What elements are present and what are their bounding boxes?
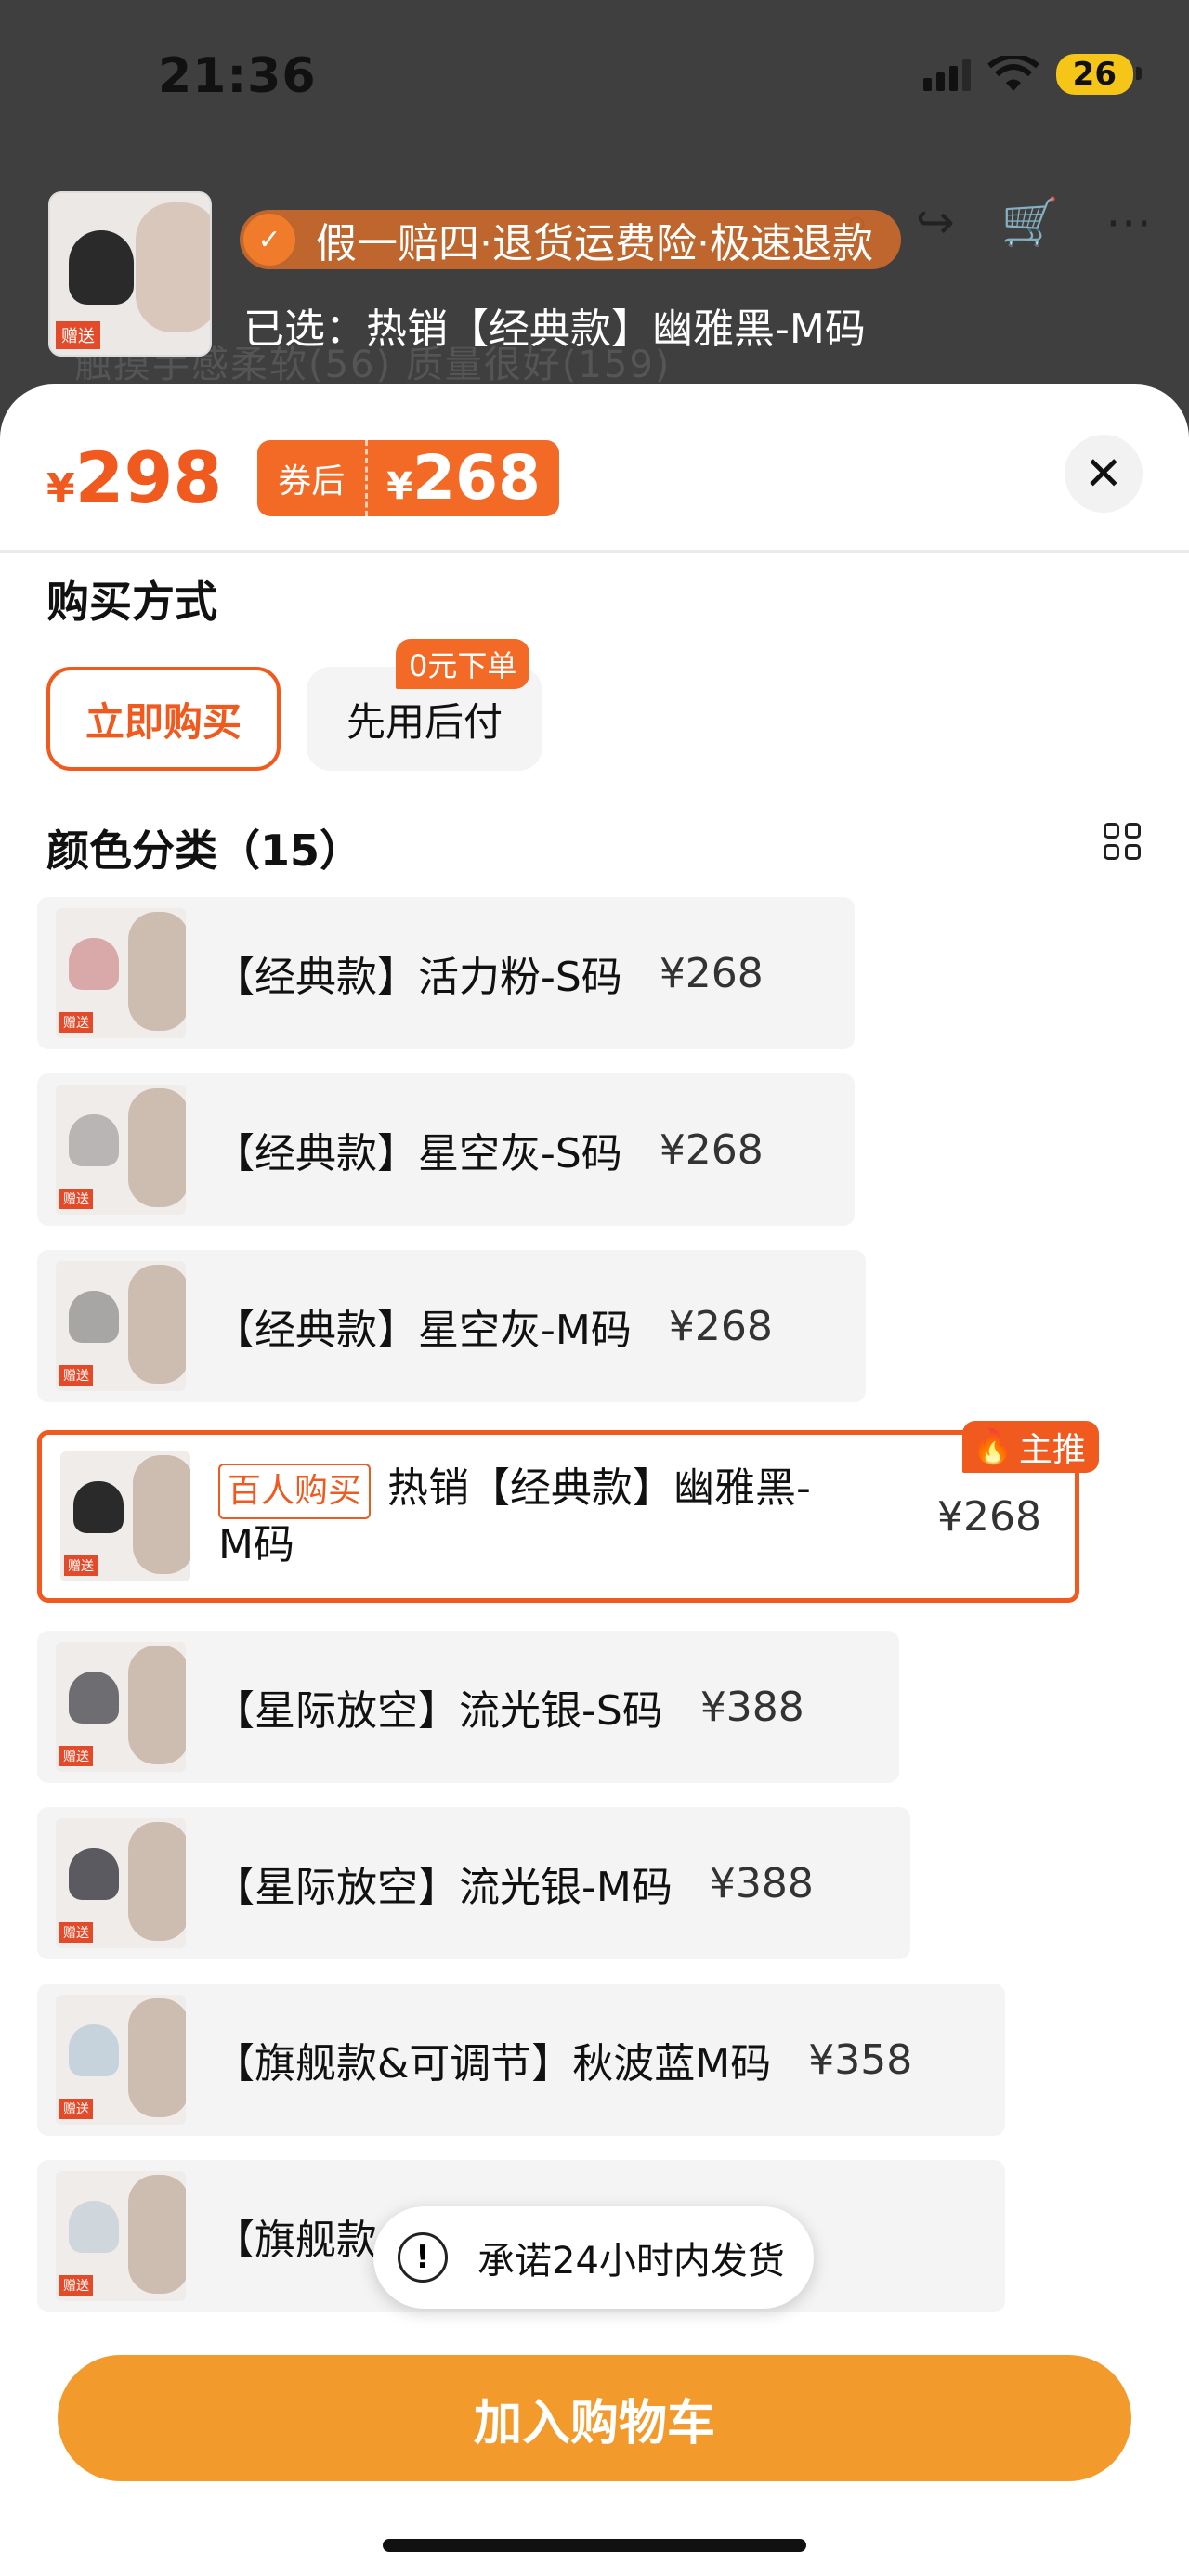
option-thumbnail: 赠送 [56,908,186,1038]
original-price: ¥298 [46,436,223,519]
color-option[interactable]: 赠送 【经典款】星空灰-S码 ¥268 [37,1073,855,1226]
price-row: ¥298 券后 ¥268 [46,436,559,519]
option-thumbnail: 赠送 [56,1085,186,1215]
option-name: 【星际放空】流光银-M码 [214,1864,673,1911]
option-thumbnail: 赠送 [56,1642,186,1772]
color-option[interactable]: 赠送 【经典款】星空灰-M码 ¥268 [37,1250,866,1402]
option-name: 【经典款】星空灰-S码 [214,1130,622,1177]
color-option[interactable]: 赠送 百人购买 热销【经典款】幽雅黑- M码 ¥268 [37,1430,1079,1603]
option-thumbnail: 赠送 [56,1995,186,2125]
zero-order-tag: 0元下单 [396,639,530,689]
status-icons: 26 [922,54,1143,95]
option-name: 【旗舰款 [214,2217,377,2264]
option-price: ¥268 [659,1125,764,1174]
hot-tag: 百人购买 [218,1463,372,1519]
option-name: 【经典款】活力粉-S码 [214,954,622,1001]
color-option[interactable]: 赠送 【星际放空】流光银-M码 ¥388 [37,1807,910,1959]
selected-sku-text: 已选：热销【经典款】幽雅黑-M码 [243,306,866,353]
coupon-label: 券后 [257,439,369,516]
product-sku-page: 21:36 26 触摸手感柔软(56) 质量很好(159) 赠送 ⌕ ↪ 🛒 ⋯… [0,0,1189,2576]
color-option[interactable]: 赠送 【星际放空】流光银-S码 ¥388 [37,1631,899,1783]
close-icon: ✕ [1084,447,1123,501]
divider [0,550,1189,553]
guarantee-banner[interactable]: ✓ 假一赔四·退货运费险·极速退款 [240,210,901,269]
info-icon: ! [398,2232,448,2283]
option-name: 【经典款】星空灰-M码 [214,1307,632,1354]
pillow-image [69,230,134,305]
coupon-price-badge: 券后 ¥268 [257,439,559,516]
option-thumbnail: 赠送 [56,2171,186,2301]
model-image [136,202,210,332]
option-thumbnail: 赠送 [56,1261,186,1391]
coupon-price: ¥268 [386,442,541,514]
add-to-cart-button[interactable]: 加入购物车 [58,2355,1131,2481]
guarantee-text: 假一赔四·退货运费险·极速退款 [316,220,873,267]
cart-icon[interactable]: 🛒 [1001,195,1059,250]
option-name: 【旗舰款&可调节】秋波蓝M码 [214,2040,772,2088]
signal-icon [922,58,971,91]
main-recommend-badge: 🔥 主推 [962,1421,1099,1473]
purchase-method-title: 购买方式 [46,577,217,627]
close-button[interactable]: ✕ [1065,435,1143,513]
grid-view-icon[interactable] [1104,823,1141,860]
battery-icon: 26 [1055,54,1143,95]
buy-now-option[interactable]: 立即购买 [46,667,281,771]
shield-icon: ✓ [243,214,295,266]
option-price: ¥268 [937,1492,1041,1541]
option-price: ¥388 [709,1859,814,1907]
color-category-title: 颜色分类（15） [46,826,363,876]
selected-thumbnail[interactable]: 赠送 [48,191,212,357]
more-icon[interactable]: ⋯ [1105,195,1152,250]
option-thumbnail: 赠送 [56,1818,186,1948]
share-icon[interactable]: ↪ [916,195,955,250]
option-thumbnail: 赠送 [60,1451,190,1581]
fire-icon: 🔥 [972,1428,1013,1466]
option-price: ¥388 [699,1683,804,1731]
option-price: ¥358 [808,2036,913,2084]
color-option[interactable]: 赠送 【旗舰款&可调节】秋波蓝M码 ¥358 [37,1984,1005,2136]
toast-text: 承诺24小时内发货 [477,2240,785,2283]
option-name: 百人购买 热销【经典款】幽雅黑- M码 [218,1463,811,1568]
shipping-toast: ! 承诺24小时内发货 [373,2206,814,2309]
option-price: ¥268 [659,949,764,997]
gift-label: 赠送 [56,321,100,349]
option-name: 【星际放空】流光银-S码 [214,1687,663,1735]
home-indicator [383,2539,806,2552]
option-price: ¥268 [668,1302,773,1350]
wifi-icon [986,56,1039,91]
color-option[interactable]: 赠送 【经典款】活力粉-S码 ¥268 [37,897,855,1049]
status-time: 21:36 [158,48,317,104]
